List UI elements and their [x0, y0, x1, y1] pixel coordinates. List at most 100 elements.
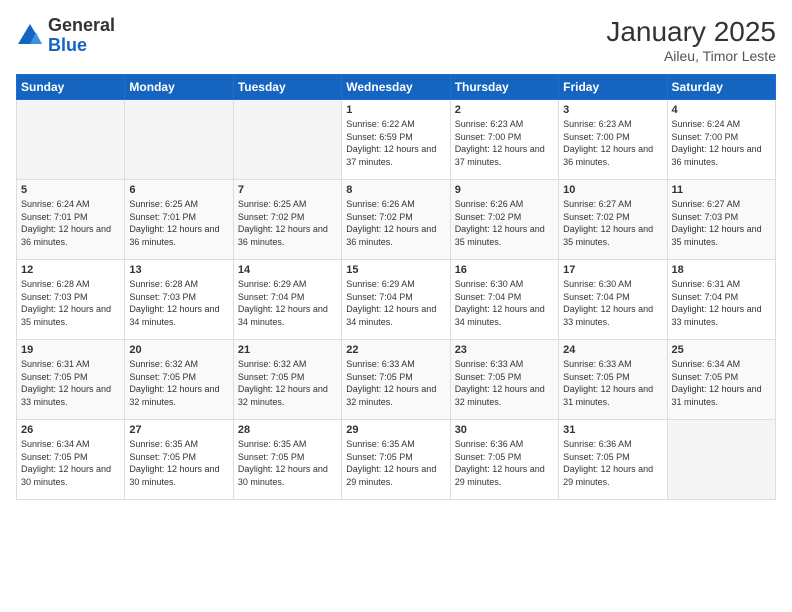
calendar-cell: 31Sunrise: 6:36 AM Sunset: 7:05 PM Dayli…	[559, 420, 667, 500]
day-info: Sunrise: 6:22 AM Sunset: 6:59 PM Dayligh…	[346, 118, 445, 168]
title-block: January 2025 Aileu, Timor Leste	[606, 16, 776, 64]
calendar-cell: 10 Sunrise: 6:27 AM Sunset: 7:02 PM Dayli…	[559, 180, 667, 260]
calendar-cell: 24 Sunrise: 6:33 AM Sunset: 7:05 PM Dayli…	[559, 340, 667, 420]
calendar-title: January 2025	[606, 16, 776, 48]
calendar-week-3: 12Sunrise: 6:28 AM Sunset: 7:03 PM Dayli…	[17, 260, 776, 340]
calendar-cell: 2Sunrise: 6:23 AM Sunset: 7:00 PM Daylig…	[450, 100, 558, 180]
logo-blue-text: Blue	[48, 36, 115, 56]
day-number: 20	[129, 344, 228, 356]
calendar-subtitle: Aileu, Timor Leste	[606, 48, 776, 64]
day-number: 6	[129, 184, 228, 196]
calendar-cell: 21 Sunrise: 6:32 AM Sunset: 7:05 PM Dayli…	[233, 340, 341, 420]
calendar-week-2: 5 Sunrise: 6:24 AM Sunset: 7:01 PM Daylig…	[17, 180, 776, 260]
calendar-cell: 26 Sunrise: 6:34 AM Sunset: 7:05 PM Dayli…	[17, 420, 125, 500]
day-info: Sunrise: 6:29 AM Sunset: 7:04 PM Dayligh…	[238, 278, 337, 328]
calendar-cell: 14 Sunrise: 6:29 AM Sunset: 7:04 PM Dayli…	[233, 260, 341, 340]
day-info: Sunrise: 6:34 AM Sunset: 7:05 PM Dayligh…	[672, 358, 771, 408]
day-number: 30	[455, 424, 554, 436]
day-number: 18	[672, 264, 771, 276]
calendar-cell: 20 Sunrise: 6:32 AM Sunset: 7:05 PM Dayli…	[125, 340, 233, 420]
calendar-cell: 15 Sunrise: 6:29 AM Sunset: 7:04 PM Dayli…	[342, 260, 450, 340]
day-number: 28	[238, 424, 337, 436]
day-info: Sunrise: 6:31 AM Sunset: 7:05 PM Dayligh…	[21, 358, 120, 408]
calendar-cell: 13 Sunrise: 6:28 AM Sunset: 7:03 PM Dayli…	[125, 260, 233, 340]
day-info: Sunrise: 6:36 AM Sunset: 7:05 PM Dayligh…	[455, 438, 554, 488]
day-info: Sunrise: 6:28 AM Sunset: 7:03 PM Dayligh…	[21, 278, 120, 328]
day-info: Sunrise: 6:32 AM Sunset: 7:05 PM Dayligh…	[238, 358, 337, 408]
day-number: 29	[346, 424, 445, 436]
day-info: Sunrise: 6:36 AM Sunset: 7:05 PM Dayligh…	[563, 438, 662, 488]
day-number: 13	[129, 264, 228, 276]
day-number: 4	[672, 104, 771, 116]
calendar-cell: 23Sunrise: 6:33 AM Sunset: 7:05 PM Dayli…	[450, 340, 558, 420]
day-info: Sunrise: 6:27 AM Sunset: 7:03 PM Dayligh…	[672, 198, 771, 248]
day-number: 21	[238, 344, 337, 356]
weekday-header-saturday: Saturday	[667, 75, 775, 100]
day-info: Sunrise: 6:28 AM Sunset: 7:03 PM Dayligh…	[129, 278, 228, 328]
calendar-cell: 1 Sunrise: 6:22 AM Sunset: 6:59 PM Daylig…	[342, 100, 450, 180]
day-info: Sunrise: 6:26 AM Sunset: 7:02 PM Dayligh…	[455, 198, 554, 248]
day-info: Sunrise: 6:35 AM Sunset: 7:05 PM Dayligh…	[129, 438, 228, 488]
day-info: Sunrise: 6:34 AM Sunset: 7:05 PM Dayligh…	[21, 438, 120, 488]
logo: General Blue	[16, 16, 115, 56]
calendar-cell: 27 Sunrise: 6:35 AM Sunset: 7:05 PM Dayli…	[125, 420, 233, 500]
day-number: 10	[563, 184, 662, 196]
day-number: 25	[672, 344, 771, 356]
calendar-cell: 25 Sunrise: 6:34 AM Sunset: 7:05 PM Dayli…	[667, 340, 775, 420]
calendar-cell: 29Sunrise: 6:35 AM Sunset: 7:05 PM Dayli…	[342, 420, 450, 500]
header: General Blue January 2025 Aileu, Timor L…	[16, 16, 776, 64]
calendar-cell: 11 Sunrise: 6:27 AM Sunset: 7:03 PM Dayli…	[667, 180, 775, 260]
day-info: Sunrise: 6:26 AM Sunset: 7:02 PM Dayligh…	[346, 198, 445, 248]
day-info: Sunrise: 6:29 AM Sunset: 7:04 PM Dayligh…	[346, 278, 445, 328]
day-info: Sunrise: 6:25 AM Sunset: 7:01 PM Dayligh…	[129, 198, 228, 248]
weekday-header-sunday: Sunday	[17, 75, 125, 100]
calendar-cell: 4 Sunrise: 6:24 AM Sunset: 7:00 PM Daylig…	[667, 100, 775, 180]
day-info: Sunrise: 6:25 AM Sunset: 7:02 PM Dayligh…	[238, 198, 337, 248]
day-info: Sunrise: 6:33 AM Sunset: 7:05 PM Dayligh…	[563, 358, 662, 408]
day-number: 1	[346, 104, 445, 116]
day-number: 17	[563, 264, 662, 276]
calendar-cell: 30 Sunrise: 6:36 AM Sunset: 7:05 PM Dayli…	[450, 420, 558, 500]
calendar-cell: 6 Sunrise: 6:25 AM Sunset: 7:01 PM Daylig…	[125, 180, 233, 260]
day-number: 11	[672, 184, 771, 196]
calendar-cell: 28 Sunrise: 6:35 AM Sunset: 7:05 PM Dayli…	[233, 420, 341, 500]
day-number: 19	[21, 344, 120, 356]
day-info: Sunrise: 6:33 AM Sunset: 7:05 PM Dayligh…	[455, 358, 554, 408]
day-number: 8	[346, 184, 445, 196]
day-info: Sunrise: 6:32 AM Sunset: 7:05 PM Dayligh…	[129, 358, 228, 408]
day-number: 7	[238, 184, 337, 196]
calendar-cell: 18 Sunrise: 6:31 AM Sunset: 7:04 PM Dayli…	[667, 260, 775, 340]
day-info: Sunrise: 6:31 AM Sunset: 7:04 PM Dayligh…	[672, 278, 771, 328]
calendar-cell: 3Sunrise: 6:23 AM Sunset: 7:00 PM Daylig…	[559, 100, 667, 180]
weekday-header-wednesday: Wednesday	[342, 75, 450, 100]
day-info: Sunrise: 6:30 AM Sunset: 7:04 PM Dayligh…	[455, 278, 554, 328]
calendar-cell: 12Sunrise: 6:28 AM Sunset: 7:03 PM Dayli…	[17, 260, 125, 340]
day-number: 14	[238, 264, 337, 276]
day-number: 5	[21, 184, 120, 196]
day-info: Sunrise: 6:27 AM Sunset: 7:02 PM Dayligh…	[563, 198, 662, 248]
calendar-cell: 16 Sunrise: 6:30 AM Sunset: 7:04 PM Dayli…	[450, 260, 558, 340]
logo-text: General Blue	[48, 16, 115, 56]
logo-icon	[16, 22, 44, 50]
calendar-cell: 5 Sunrise: 6:24 AM Sunset: 7:01 PM Daylig…	[17, 180, 125, 260]
day-number: 16	[455, 264, 554, 276]
day-number: 26	[21, 424, 120, 436]
calendar-cell: 22Sunrise: 6:33 AM Sunset: 7:05 PM Dayli…	[342, 340, 450, 420]
day-info: Sunrise: 6:33 AM Sunset: 7:05 PM Dayligh…	[346, 358, 445, 408]
weekday-header-thursday: Thursday	[450, 75, 558, 100]
day-number: 24	[563, 344, 662, 356]
calendar-table: SundayMondayTuesdayWednesdayThursdayFrid…	[16, 74, 776, 500]
day-info: Sunrise: 6:24 AM Sunset: 7:01 PM Dayligh…	[21, 198, 120, 248]
calendar-cell	[17, 100, 125, 180]
day-info: Sunrise: 6:24 AM Sunset: 7:00 PM Dayligh…	[672, 118, 771, 168]
day-number: 9	[455, 184, 554, 196]
day-number: 27	[129, 424, 228, 436]
calendar-week-4: 19 Sunrise: 6:31 AM Sunset: 7:05 PM Dayli…	[17, 340, 776, 420]
day-info: Sunrise: 6:35 AM Sunset: 7:05 PM Dayligh…	[238, 438, 337, 488]
calendar-cell: 19 Sunrise: 6:31 AM Sunset: 7:05 PM Dayli…	[17, 340, 125, 420]
calendar-cell: 17Sunrise: 6:30 AM Sunset: 7:04 PM Dayli…	[559, 260, 667, 340]
day-number: 2	[455, 104, 554, 116]
weekday-header-row: SundayMondayTuesdayWednesdayThursdayFrid…	[17, 75, 776, 100]
day-number: 15	[346, 264, 445, 276]
weekday-header-tuesday: Tuesday	[233, 75, 341, 100]
